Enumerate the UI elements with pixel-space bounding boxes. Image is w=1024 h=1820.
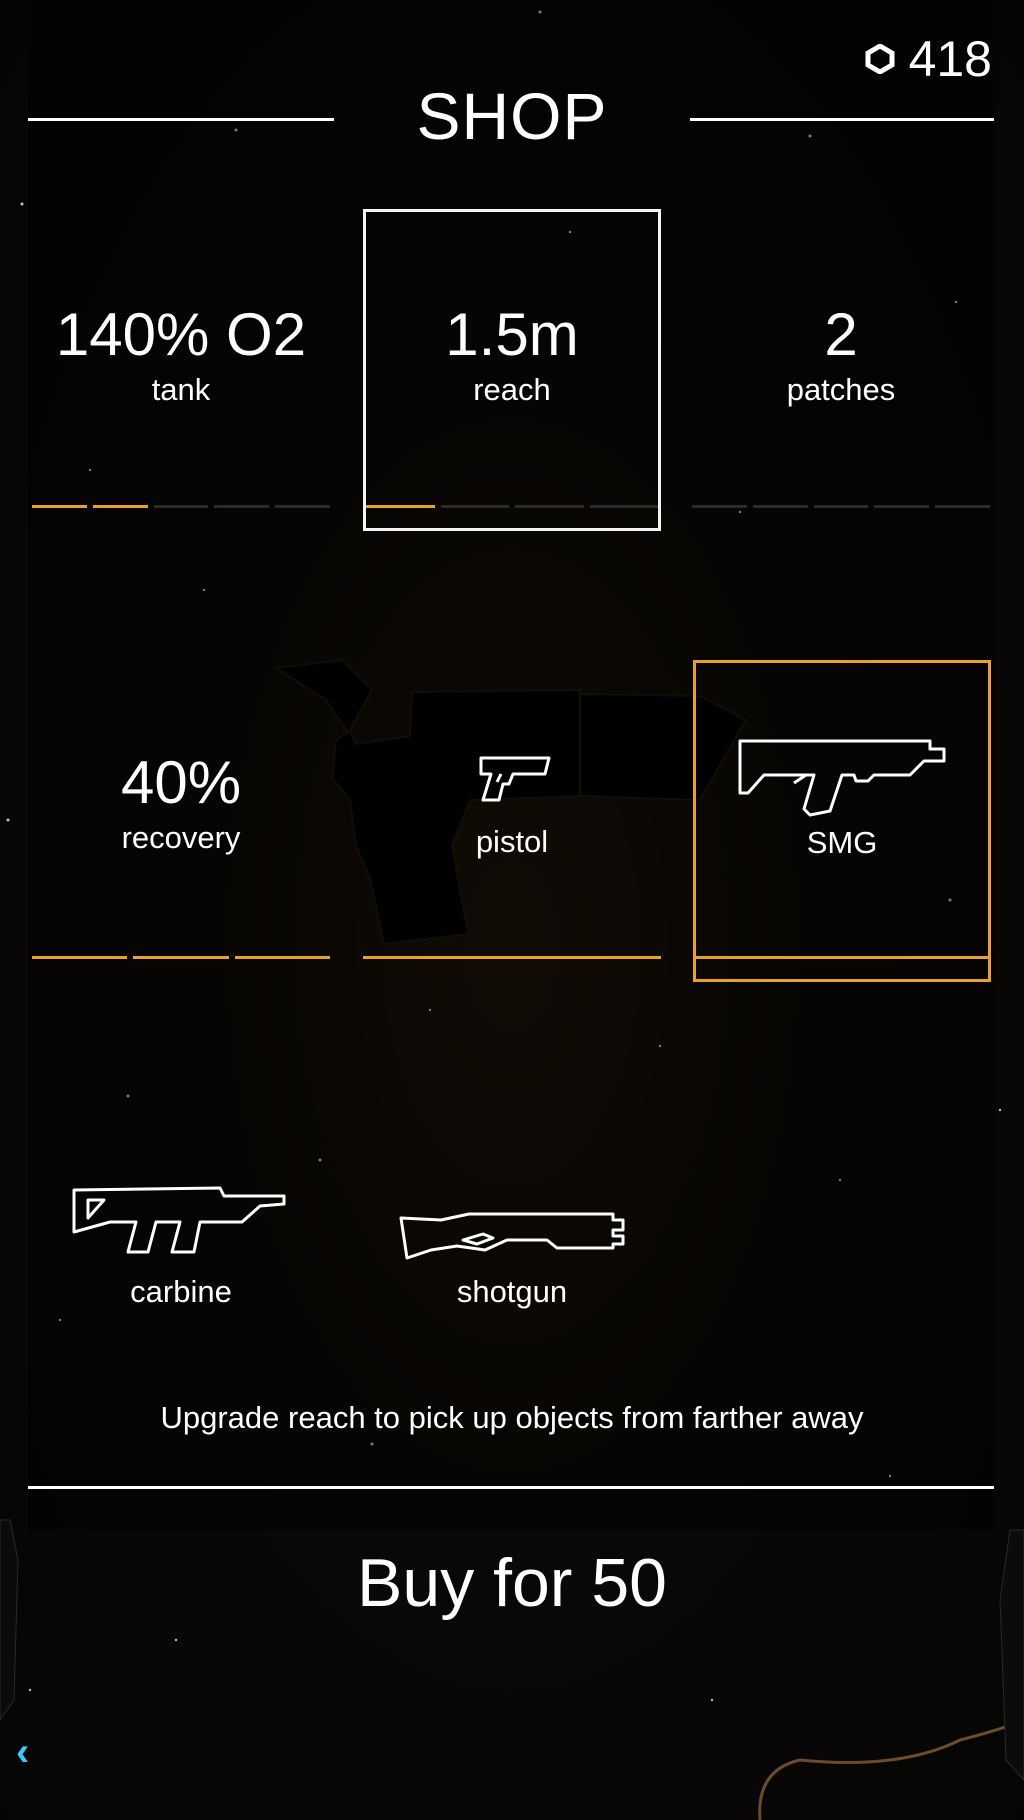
upgrade-label: reach [473,372,551,407]
weapon-label: pistol [475,824,549,859]
back-arrow-icon[interactable]: ‹ [16,1730,29,1775]
carbine-icon [72,1186,286,1254]
upgrade-value: 1.5m [445,301,579,368]
buy-button[interactable]: Buy for 50 [0,1544,1024,1622]
upgrade-recovery-tile[interactable]: 40% recovery [32,660,330,978]
upgrade-value: 140% O2 [55,301,307,368]
smg-icon [738,739,946,817]
upgrade-level-bar [32,505,330,508]
weapon-pistol-tile[interactable]: pistol [363,660,661,978]
upgrade-reach-tile[interactable]: 1.5m reach [363,209,661,531]
shotgun-icon [399,1212,625,1260]
hexagon-coin-icon [865,44,895,74]
upgrade-level-bar [692,505,990,508]
pistol-icon [479,756,551,802]
upgrade-description: Upgrade reach to pick up objects from fa… [160,1400,864,1435]
upgrade-level-bar [32,956,330,959]
upgrade-level-bar [366,505,658,508]
page-title: SHOP [416,79,608,153]
upgrade-label: patches [786,372,896,407]
weapon-label: SMG [806,825,878,860]
currency-display: 418 [865,30,992,88]
upgrade-label: tank [151,372,211,407]
upgrade-value: 2 [824,301,858,368]
upgrade-value: 40% [120,749,242,816]
weapon-shotgun-tile[interactable]: shotgun [363,1110,661,1428]
upgrade-patches-tile[interactable]: 2 patches [692,210,990,528]
footer-divider [28,1486,994,1489]
weapon-smg-tile[interactable]: SMG [693,660,991,982]
weapon-label: carbine [130,1274,232,1309]
upgrade-label: recovery [121,820,241,855]
currency-amount: 418 [908,31,992,87]
weapon-label: shotgun [456,1274,568,1309]
weapon-owned-bar [363,956,661,959]
upgrade-tank-tile[interactable]: 140% O2 tank [32,210,330,528]
weapon-carbine-tile[interactable]: carbine [32,1110,330,1428]
weapon-owned-bar [696,956,988,959]
